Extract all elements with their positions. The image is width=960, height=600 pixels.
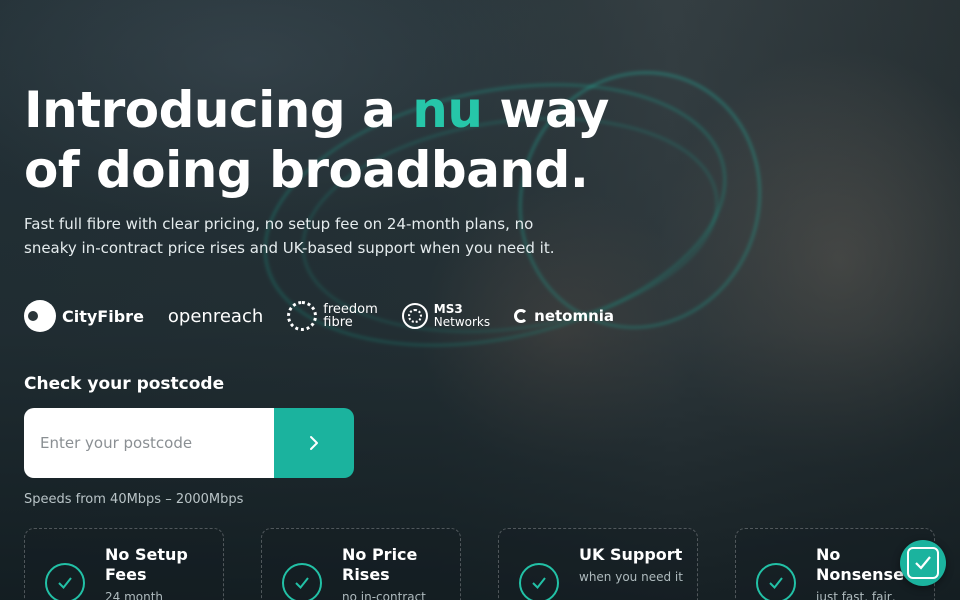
partner-name: openreach (167, 305, 264, 327)
hero-subtitle: Fast full fibre with clear pricing, no s… (24, 215, 555, 257)
hero-content: Introducing a nu way of doing broadband.… (24, 80, 624, 507)
feature-card-no-price-rises: No Price Rises no in-contract (261, 528, 461, 600)
partner-netomnia: netomnia (514, 307, 614, 325)
chevron-right-icon (310, 436, 318, 450)
hero-title: Introducing a nu way of doing broadband. (24, 80, 624, 200)
netomnia-logo-icon (514, 309, 529, 323)
feature-desc: when you need it (579, 570, 683, 584)
feature-desc: 24 month (105, 590, 164, 600)
cityfibre-logo-icon (24, 300, 56, 332)
partner-name-line2: fibre (323, 315, 353, 330)
postcode-submit-button[interactable] (274, 408, 354, 478)
feature-card-uk-support: UK Support when you need it (498, 528, 698, 600)
speeds-note: Speeds from 40Mbps – 2000Mbps (24, 492, 244, 507)
partner-name-stack: freedom fibre (323, 303, 378, 329)
feature-text: No Price Rises no in-contract (342, 545, 446, 600)
feature-desc: just fast, fair, (816, 590, 896, 600)
feature-title: No Price Rises (342, 545, 418, 584)
freedom-fibre-logo-icon (287, 301, 318, 331)
partner-name-line2: Networks (433, 315, 491, 329)
title-accent: nu (412, 81, 483, 139)
feature-card-no-setup-fees: No Setup Fees 24 month (24, 528, 224, 600)
title-line1-suffix: way (482, 81, 609, 139)
feature-text: No Setup Fees 24 month (105, 545, 209, 600)
title-line2: of doing broadband. (24, 141, 589, 199)
partner-cityfibre: CityFibre (24, 300, 144, 332)
feature-cards: No Setup Fees 24 month No Price Rises no… (24, 528, 935, 600)
partner-name: netomnia (534, 307, 615, 325)
feature-text: UK Support when you need it (579, 545, 683, 600)
partner-name-stack: MS3 Networks (434, 303, 490, 329)
ms3-networks-logo-icon (401, 303, 428, 329)
accessibility-badge-button[interactable] (900, 540, 946, 586)
check-circle-icon (45, 563, 85, 600)
check-circle-icon (519, 563, 559, 600)
postcode-form (24, 408, 354, 478)
partner-name: CityFibre (62, 306, 144, 326)
check-circle-icon (756, 563, 796, 600)
partner-openreach: openreach (168, 306, 263, 327)
partner-name-line1: MS3 (433, 302, 463, 316)
accessibility-check-icon (907, 547, 939, 579)
partner-logos: CityFibre openreach freedom fibre MS3 Ne… (24, 298, 624, 334)
feature-title: UK Support (579, 545, 683, 564)
partner-ms3-networks: MS3 Networks (401, 303, 490, 329)
postcode-heading: Check your postcode (24, 374, 225, 394)
partner-freedom-fibre: freedom fibre (287, 301, 378, 331)
title-line1-prefix: Introducing a (24, 81, 413, 139)
postcode-input[interactable] (24, 408, 274, 478)
check-circle-icon (282, 563, 322, 600)
feature-desc: no in-contract (342, 590, 426, 600)
feature-title: No Setup Fees (105, 545, 188, 584)
